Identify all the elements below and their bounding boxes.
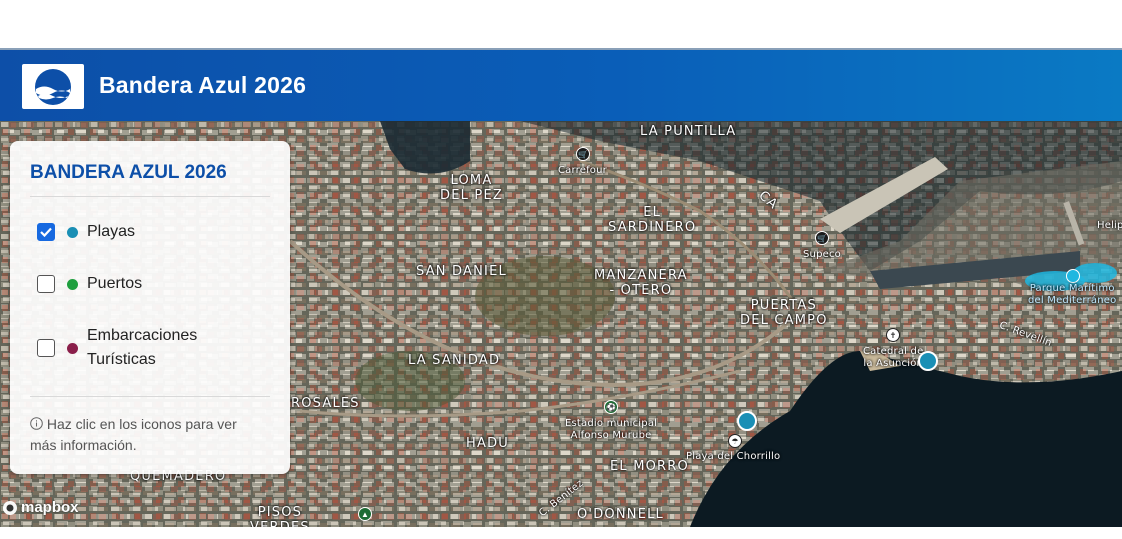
map-label-o-donnell: O'DONNELL: [577, 507, 664, 522]
layer-label-playas: Playas: [87, 223, 136, 240]
shopping-cart-icon[interactable]: 🛒: [815, 231, 829, 245]
poi-playa-chorrillo[interactable]: Playa del Chorrillo: [686, 451, 780, 462]
shopping-cart-icon[interactable]: 🛒: [576, 147, 590, 161]
pool-icon[interactable]: [1066, 269, 1080, 283]
church-icon[interactable]: ✝: [886, 328, 900, 342]
checkbox-puertos[interactable]: [37, 275, 55, 293]
panel-hint: Haz clic en los iconos para ver más info…: [30, 414, 260, 456]
map-label-puertas-del-campo: PUERTAS DEL CAMPO: [740, 298, 828, 328]
layer-color-dot: [67, 226, 78, 238]
beach-marker[interactable]: [737, 411, 757, 431]
poi-estadio[interactable]: Estadio municipal Alfonso Murube: [565, 418, 657, 442]
stadium-icon[interactable]: ⚽: [604, 400, 618, 414]
layer-toggle-playas[interactable]: Playas: [37, 220, 135, 244]
poi-supeco[interactable]: Supeco: [803, 249, 841, 260]
poi-catedral[interactable]: Catedral de la Asunción: [863, 346, 923, 370]
panel-divider: [30, 196, 270, 197]
map-label-pisos-verdes: PISOS VERDES: [250, 505, 309, 527]
layer-color-dot: [67, 342, 78, 354]
layer-label-embarcaciones: Embarcaciones Turísticas: [87, 327, 198, 368]
mapbox-logo-icon: [3, 500, 17, 515]
layer-label-puertos: Puertos: [87, 275, 143, 292]
layer-toggle-embarcaciones[interactable]: Embarcaciones Turísticas: [37, 324, 217, 372]
map-label-loma-del-pez: LOMA DEL PEZ: [440, 173, 503, 203]
mapbox-attribution[interactable]: mapbox: [2, 499, 79, 516]
beach-marker[interactable]: [918, 351, 938, 371]
poi-parque-maritimo[interactable]: Parque Marítimo del Mediterráneo: [1028, 283, 1116, 307]
map-label-rosales: ROSALES: [291, 396, 360, 411]
poi-heliport[interactable]: Helip: [1097, 220, 1122, 231]
panel-divider: [30, 396, 270, 397]
map-label-manzanera-otero: MANZANERA - OTERO: [594, 268, 688, 298]
map-label-la-puntilla: LA PUNTILLA: [640, 124, 737, 139]
park-icon[interactable]: ▲: [358, 507, 372, 521]
map-label-la-sanidad: LA SANIDAD: [408, 353, 501, 368]
map-label-san-daniel: SAN DANIEL: [416, 264, 507, 279]
info-icon: [30, 417, 43, 430]
app-header: Bandera Azul 2026: [0, 48, 1122, 121]
panel-title: BANDERA AZUL 2026: [30, 162, 227, 183]
poi-carrefour[interactable]: Carrefour: [558, 165, 607, 176]
panel-hint-text: Haz clic en los iconos para ver más info…: [30, 416, 237, 453]
checkbox-embarcaciones[interactable]: [37, 339, 55, 357]
app-title: Bandera Azul 2026: [99, 72, 307, 98]
beach-umbrella-icon[interactable]: ☂: [728, 434, 742, 448]
blue-flag-logo: [22, 64, 84, 109]
map-label-el-morro: EL MORRO: [610, 459, 689, 474]
map-label-hadu: HADU: [466, 436, 509, 451]
map-label-el-sardinero: EL SARDINERO: [608, 205, 697, 235]
layer-color-dot: [67, 278, 78, 290]
checkmark-icon: [40, 227, 52, 237]
layer-toggle-puertos[interactable]: Puertos: [37, 272, 142, 296]
checkbox-playas[interactable]: [37, 223, 55, 241]
layer-panel: BANDERA AZUL 2026 Playas Puertos Embarca…: [10, 141, 290, 474]
mapbox-wordmark: mapbox: [21, 499, 79, 516]
